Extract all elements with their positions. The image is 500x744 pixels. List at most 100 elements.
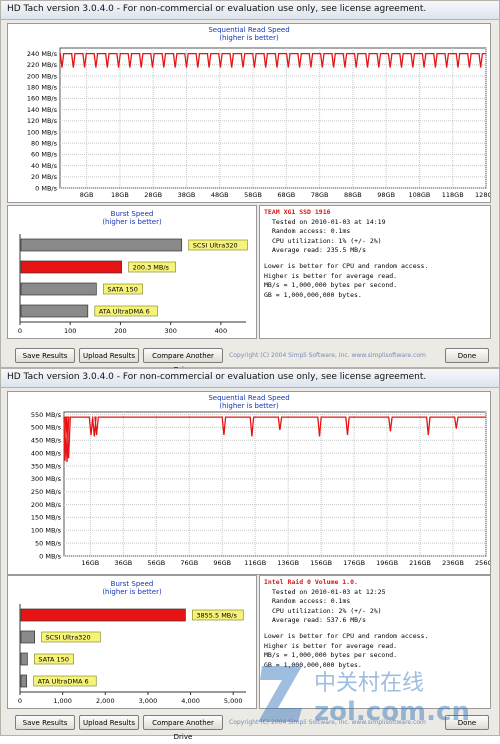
- x-tick-label: 78GB: [311, 191, 329, 199]
- random-access: Random access: 0.1ms: [272, 227, 351, 236]
- bar-label: 200.3 MB/s: [133, 263, 170, 271]
- x-tick-label: 58GB: [244, 191, 262, 199]
- upload-results-button[interactable]: Upload Results: [79, 348, 139, 363]
- save-results-button[interactable]: Save Results: [15, 348, 75, 363]
- note-lower: Lower is better for CPU and random acces…: [264, 631, 429, 640]
- compare-another-drive-button[interactable]: Compare Another Drive: [143, 715, 223, 741]
- average-read: Average read: 235.5 MB/s: [272, 246, 366, 255]
- y-tick-label: 500 MB/s: [31, 424, 62, 432]
- y-tick-label: 80 MB/s: [31, 140, 58, 148]
- x-tick-label: 216GB: [409, 559, 431, 567]
- burst-speed-panel: Burst Speed (higher is better) 0 1,000 2,0…: [7, 575, 257, 709]
- x-tick-label: 18GB: [111, 191, 129, 199]
- x-tick-label: 2,000: [96, 697, 115, 705]
- hdtach-window-1: HD Tach version 3.0.4.0 - For non-commer…: [0, 0, 500, 374]
- cpu-utilization: CPU utilization: 2% (+/- 2%): [272, 606, 382, 615]
- y-tick-label: 120 MB/s: [27, 117, 58, 125]
- x-tick-label: 256GB: [475, 559, 490, 567]
- x-tick-label: 300: [164, 327, 176, 335]
- upload-results-button[interactable]: Upload Results: [79, 715, 139, 730]
- y-tick-label: 220 MB/s: [27, 61, 58, 69]
- x-tick-label: 96GB: [213, 559, 231, 567]
- bar-label: ATA UltraDMA 6: [99, 307, 150, 315]
- bar-label: ATA UltraDMA 6: [38, 677, 89, 685]
- sequential-read-plot: 0 MB/s 50 MB/s 100 MB/s 150 MB/s 200 MB/s 250…: [31, 411, 490, 567]
- x-tick-label: 68GB: [277, 191, 295, 199]
- x-tick-label: 36GB: [114, 559, 132, 567]
- x-tick-label: 76GB: [180, 559, 198, 567]
- y-tick-label: 40 MB/s: [31, 162, 58, 170]
- x-tick-label: 4,000: [181, 697, 200, 705]
- title-bar[interactable]: HD Tach version 3.0.4.0 - For non-commer…: [1, 1, 499, 20]
- y-tick-label: 0 MB/s: [39, 552, 61, 560]
- current-drive-bar: [20, 260, 122, 274]
- results-info-panel: TEAM XG1 SSD 1916 Tested on 2010-01-03 a…: [259, 205, 491, 339]
- note-mbs: MB/s = 1,000,000 bytes per second.: [264, 281, 398, 290]
- y-tick-label: 250 MB/s: [31, 488, 62, 496]
- reference-bar: [20, 630, 35, 644]
- x-tick-label: 0: [18, 697, 22, 705]
- reference-bar: [20, 652, 28, 666]
- burst-speed-plot: 0 1,000 2,000 3,000 4,000 5,000 3855.5 MB/s SCS…: [18, 604, 246, 705]
- y-tick-label: 50 MB/s: [35, 539, 62, 547]
- reference-bar: [20, 304, 89, 318]
- x-tick-label: 0: [18, 327, 22, 335]
- x-tick-label: 128GB: [475, 191, 490, 199]
- window-title: HD Tach version 3.0.4.0 - For non-commer…: [7, 4, 427, 14]
- y-tick-label: 160 MB/s: [27, 95, 58, 103]
- cpu-utilization: CPU utilization: 1% (+/- 2%): [272, 236, 382, 245]
- current-drive-bar: [20, 608, 186, 622]
- x-tick-label: 88GB: [344, 191, 362, 199]
- tested-date: Tested on 2010-01-03 at 12:25: [272, 587, 386, 596]
- drive-name: TEAM XG1 SSD 1916: [264, 208, 331, 216]
- y-tick-label: 240 MB/s: [27, 50, 58, 58]
- y-tick-label: 350 MB/s: [31, 462, 62, 470]
- x-tick-label: 156GB: [310, 559, 332, 567]
- done-button[interactable]: Done: [445, 348, 489, 363]
- drive-name: Intel Raid 0 Volume 1.0.: [264, 578, 358, 586]
- tested-date: Tested on 2010-01-03 at 14:19: [272, 217, 386, 226]
- title-bar[interactable]: HD Tach version 3.0.4.0 - For non-commer…: [1, 369, 499, 388]
- watermark-cn: 中关村在线: [314, 671, 424, 696]
- y-tick-label: 200 MB/s: [31, 501, 62, 509]
- y-tick-label: 450 MB/s: [31, 437, 62, 445]
- y-tick-label: 200 MB/s: [27, 72, 58, 80]
- y-tick-label: 300 MB/s: [31, 475, 62, 483]
- x-tick-label: 38GB: [178, 191, 196, 199]
- bar-label: 3855.5 MB/s: [196, 611, 237, 619]
- y-tick-label: 550 MB/s: [31, 411, 62, 419]
- watermark-en: zol.com.cn: [314, 697, 470, 727]
- random-access: Random access: 0.1ms: [272, 597, 351, 606]
- window-title: HD Tach version 3.0.4.0 - For non-commer…: [7, 372, 427, 382]
- x-tick-label: 16GB: [81, 559, 99, 567]
- x-tick-label: 8GB: [80, 191, 94, 199]
- bar-label: SCSI Ultra320: [193, 241, 238, 249]
- reference-bar: [20, 238, 183, 252]
- note-higher: Higher is better for average read.: [264, 271, 398, 280]
- x-tick-label: 48GB: [211, 191, 229, 199]
- x-tick-label: 118GB: [442, 191, 464, 199]
- note-lower: Lower is better for CPU and random acces…: [264, 261, 429, 270]
- zol-watermark-logo: 中关村在线 zol.com.cn: [258, 666, 470, 727]
- x-tick-label: 98GB: [377, 191, 395, 199]
- x-tick-label: 5,000: [224, 697, 243, 705]
- plot-area: [59, 47, 487, 189]
- x-tick-label: 1,000: [53, 697, 72, 705]
- save-results-button[interactable]: Save Results: [15, 715, 75, 730]
- average-read: Average read: 537.6 MB/s: [272, 616, 366, 625]
- note-gb: GB = 1,000,000,000 bytes.: [264, 290, 362, 299]
- bar-label: SATA 150: [38, 655, 69, 663]
- compare-another-drive-button[interactable]: Compare Another Drive: [143, 348, 223, 374]
- x-tick-label: 116GB: [244, 559, 266, 567]
- y-tick-label: 60 MB/s: [31, 151, 58, 159]
- y-tick-label: 100 MB/s: [27, 128, 58, 136]
- x-tick-label: 3,000: [139, 697, 158, 705]
- y-tick-label: 150 MB/s: [31, 514, 62, 522]
- bar-label: SATA 150: [107, 285, 138, 293]
- reference-bar: [20, 674, 28, 688]
- x-tick-label: 400: [215, 327, 227, 335]
- x-tick-label: 100: [64, 327, 76, 335]
- bar-label: SCSI Ultra320: [46, 633, 91, 641]
- y-tick-label: 400 MB/s: [31, 449, 62, 457]
- y-tick-label: 100 MB/s: [31, 527, 62, 535]
